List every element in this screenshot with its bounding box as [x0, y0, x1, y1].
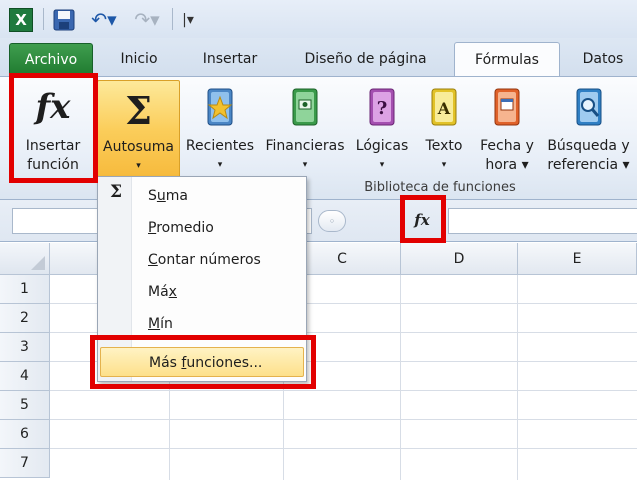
grid-line [50, 390, 637, 391]
fecha-y-hora-button[interactable]: Fecha y hora ▾ [474, 77, 540, 181]
save-icon[interactable] [52, 8, 76, 32]
busqueda-y-referencia-label: Búsqueda y referencia ▾ [547, 138, 630, 173]
toolbar-separator [172, 8, 173, 30]
grid-line [50, 419, 637, 420]
svg-text:?: ? [377, 98, 388, 119]
lookup-functions-book-icon [576, 88, 601, 126]
row-header-5[interactable]: 5 [0, 391, 50, 420]
highlight-mas-funciones [90, 335, 316, 389]
menu-item-promedio[interactable]: Promedio [100, 213, 304, 243]
grid-line [400, 275, 401, 480]
logicas-button[interactable]: ? Lógicas ▾ [350, 77, 414, 181]
row-header-7[interactable]: 7 [0, 449, 50, 478]
redo-icon[interactable]: ↷▾ [132, 8, 162, 32]
text-functions-book-icon: A [431, 88, 457, 126]
tab-insertar[interactable]: Insertar [187, 42, 273, 76]
busqueda-y-referencia-button[interactable]: Búsqueda y referencia ▾ [540, 77, 637, 181]
tab-diseno-de-pagina[interactable]: Diseño de página [283, 42, 448, 76]
formula-input[interactable] [448, 208, 637, 234]
highlight-fx-formula-bar [400, 195, 446, 243]
menu-item-contar-numeros[interactable]: Contar números [100, 245, 304, 275]
quick-access-toolbar: X ↶▾ ↷▾ |▾ [0, 0, 637, 38]
autosuma-button[interactable]: Σ Autosuma ▾ [97, 80, 180, 181]
financial-functions-book-icon [292, 88, 318, 126]
excel-app-icon[interactable]: X [9, 8, 33, 32]
customize-toolbar-icon[interactable]: |▾ [178, 8, 198, 32]
tab-formulas[interactable]: Fórmulas [454, 42, 560, 77]
recientes-label: Recientes ▾ [185, 138, 255, 170]
recientes-button[interactable]: Recientes ▾ [180, 77, 260, 181]
tab-datos[interactable]: Datos [569, 42, 637, 76]
row-header-1[interactable]: 1 [0, 275, 50, 304]
logicas-label: Lógicas ▾ [355, 138, 409, 170]
row-header-4[interactable]: 4 [0, 362, 50, 391]
autosuma-label: Autosuma ▾ [103, 139, 174, 171]
date-time-functions-book-icon [494, 88, 520, 126]
undo-icon[interactable]: ↶▾ [88, 8, 120, 32]
recent-functions-book-icon [207, 88, 233, 126]
row-header-2[interactable]: 2 [0, 304, 50, 333]
ribbon-tabs: Archivo Inicio Insertar Diseño de página… [0, 38, 637, 77]
group-label-biblioteca-de-funciones: Biblioteca de funciones [364, 180, 516, 195]
row-header-3[interactable]: 3 [0, 333, 50, 362]
sigma-icon: Σ [125, 88, 152, 133]
fecha-y-hora-label: Fecha y hora ▾ [480, 138, 534, 173]
grid-line [517, 275, 518, 480]
formula-bar: ◦ fx [0, 200, 637, 242]
texto-button[interactable]: A Texto ▾ [416, 77, 472, 181]
toolbar-separator [43, 8, 44, 30]
highlight-insertar-funcion [9, 73, 98, 183]
select-all-corner[interactable] [0, 243, 50, 275]
texto-label: Texto ▾ [425, 138, 463, 170]
column-header-e[interactable]: E [518, 243, 637, 275]
column-header-d[interactable]: D [401, 243, 518, 275]
name-box-splitter-handle[interactable]: ◦ [318, 210, 346, 232]
tab-archivo[interactable]: Archivo [9, 43, 93, 76]
financieras-button[interactable]: Financieras ▾ [260, 77, 350, 181]
grid-line [50, 448, 637, 449]
row-header-6[interactable]: 6 [0, 420, 50, 449]
svg-text:A: A [437, 99, 451, 118]
logical-functions-book-icon: ? [369, 88, 395, 126]
tab-inicio[interactable]: Inicio [104, 42, 174, 76]
financieras-label: Financieras ▾ [265, 138, 345, 170]
menu-item-suma[interactable]: Suma [100, 181, 304, 211]
menu-item-max[interactable]: Máx [100, 277, 304, 307]
